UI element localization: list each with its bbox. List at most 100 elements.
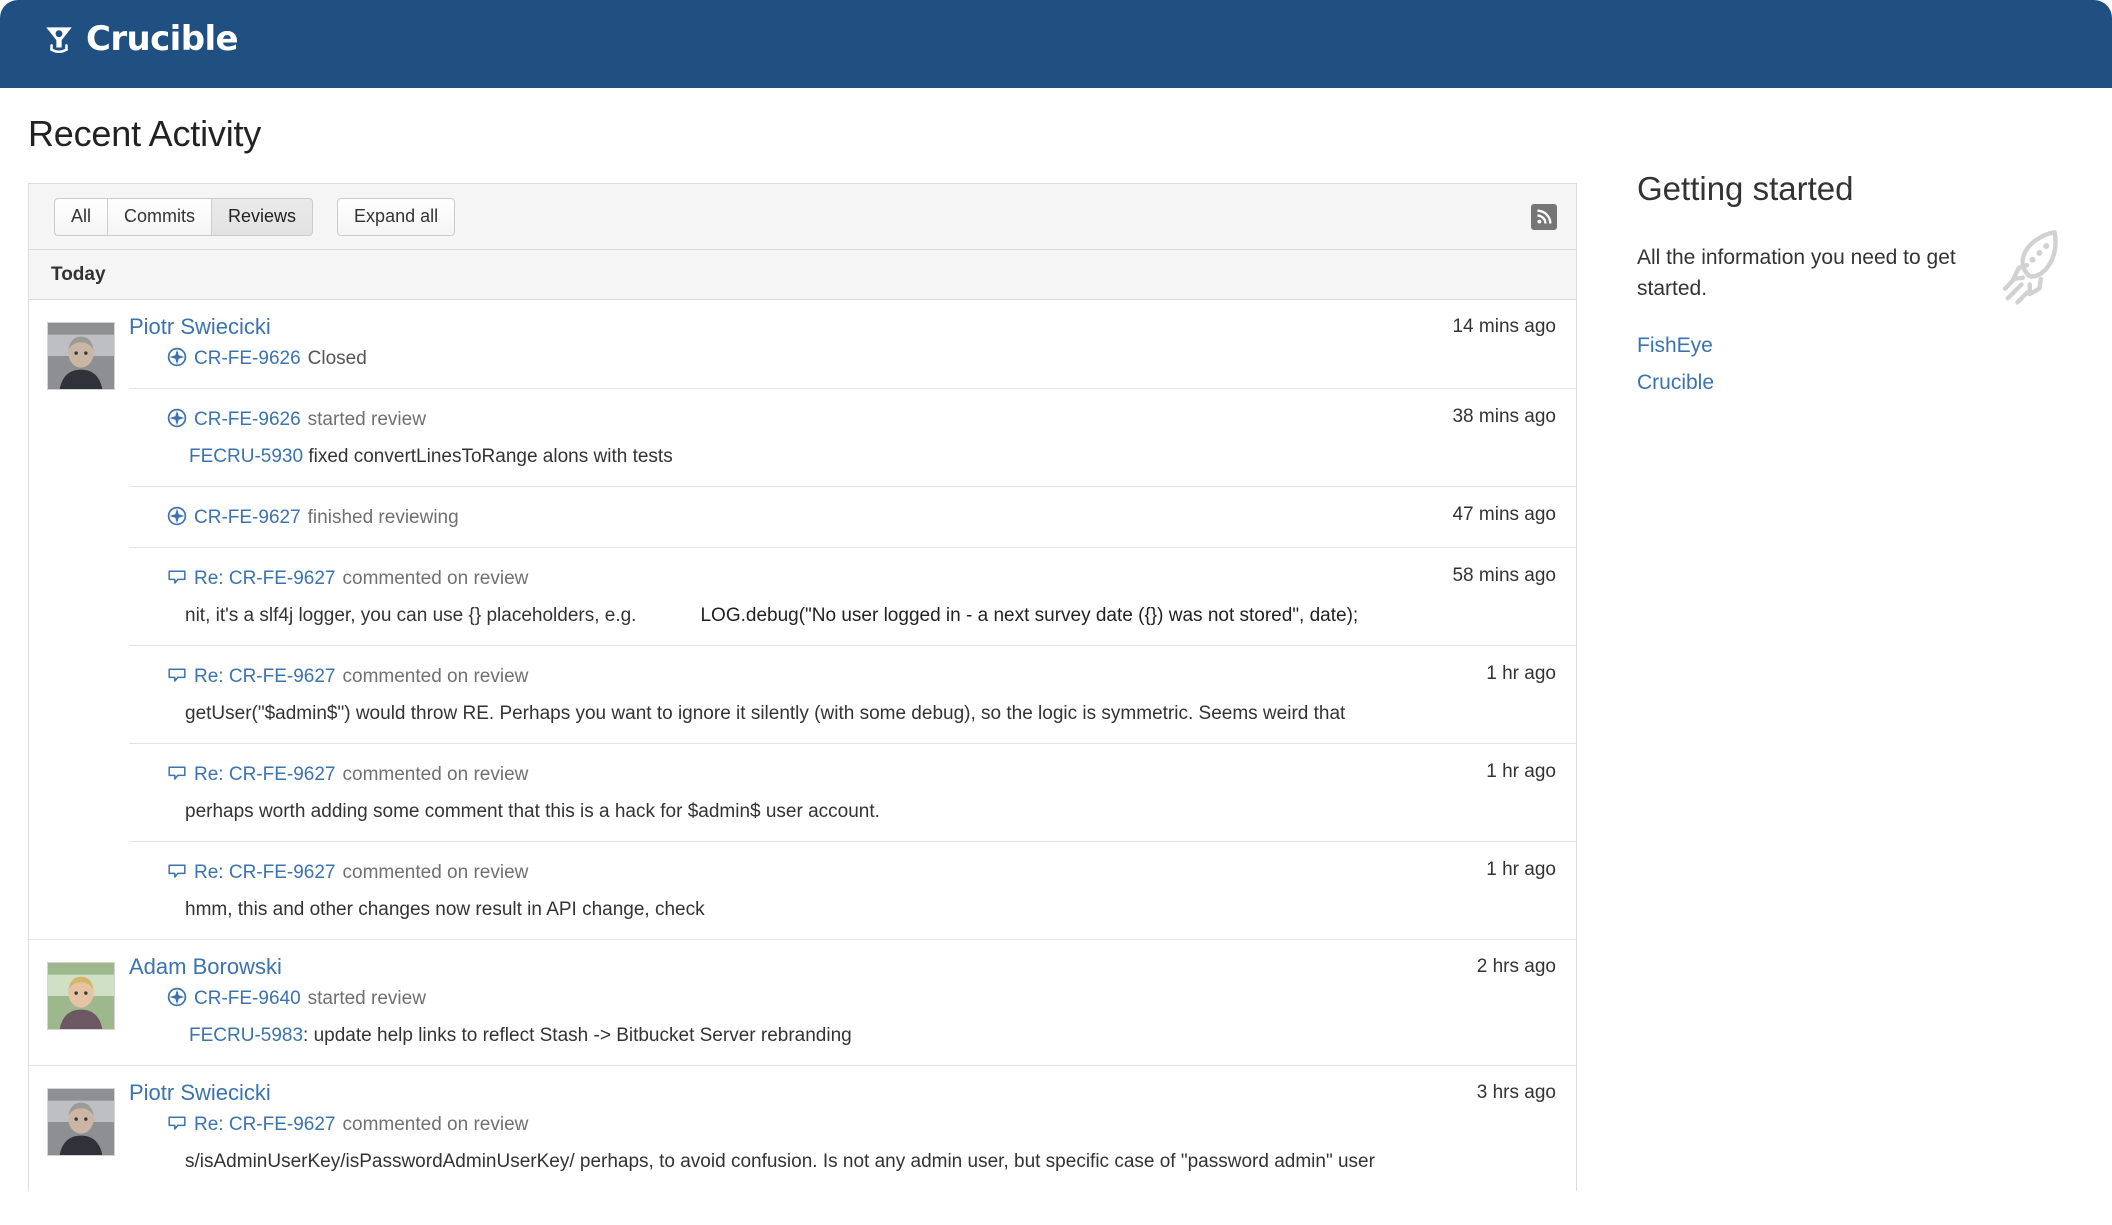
activity-action-text: commented on review: [342, 568, 529, 589]
activity-row: CR-FE-9626 started review FECRU-5930 fixed…: [129, 389, 1576, 487]
activity-row: Re: CR-FE-9627 commented on review nit, it…: [129, 548, 1576, 646]
activity-entity-link[interactable]: Re: CR-FE-9627: [194, 860, 336, 886]
day-header: Today: [29, 250, 1576, 300]
activity-detail-text: fixed convertLinesToRange alons with tes…: [303, 446, 673, 467]
getting-started-heading: Getting started: [1637, 170, 1854, 207]
activity-entity-link[interactable]: Re: CR-FE-9627: [194, 566, 336, 592]
activity-summary: CR-FE-9627 finished reviewing: [129, 503, 1556, 531]
activity-timestamp: 38 mins ago: [1452, 406, 1556, 427]
comment-icon: [168, 570, 186, 584]
activity-group: Adam Borowski CR-FE-9640 started review FEC…: [29, 940, 1576, 1066]
comment-icon: [168, 668, 186, 682]
issue-link[interactable]: FECRU-5983: [189, 1025, 303, 1046]
activity-action-text: commented on review: [342, 764, 529, 785]
activity-rows: Piotr Swiecicki CR-FE-9626 Closed 14 mins a…: [129, 300, 1576, 939]
comment-icon: [168, 766, 186, 780]
activity-detail: nit, it's a slf4j logger, you can use {}…: [129, 603, 1556, 629]
activity-entity-link[interactable]: CR-FE-9626: [194, 346, 301, 372]
activity-summary: CR-FE-9640 started review: [129, 984, 1556, 1012]
activity-actor-link[interactable]: Adam Borowski: [129, 954, 1556, 980]
activity-timestamp: 14 mins ago: [1452, 316, 1556, 337]
activity-timestamp: 1 hr ago: [1486, 761, 1556, 782]
activity-actor-link[interactable]: Piotr Swiecicki: [129, 314, 1556, 340]
activity-row: Adam Borowski CR-FE-9640 started review FEC…: [129, 940, 1576, 1065]
activity-group-list: Piotr Swiecicki CR-FE-9626 Closed 14 mins a…: [29, 300, 1576, 1191]
activity-detail: hmm, this and other changes now result i…: [129, 897, 1556, 923]
getting-started-description: All the information you need to get star…: [1637, 246, 1956, 300]
getting-started-body: All the information you need to get star…: [1637, 230, 2058, 398]
activity-filter-group: All Commits Reviews: [54, 197, 314, 236]
activity-timestamp: 3 hrs ago: [1476, 1082, 1556, 1103]
activity-filter-reviews-button[interactable]: Reviews: [211, 197, 314, 236]
review-icon: [167, 408, 187, 428]
activity-action-text: finished reviewing: [307, 507, 459, 528]
activity-summary: CR-FE-9626 Closed: [129, 344, 1556, 372]
avatar-cell: [29, 300, 129, 939]
app-banner: Crucible: [0, 0, 2112, 88]
app-logo[interactable]: Crucible: [42, 19, 239, 59]
activity-detail: FECRU-5930 fixed convertLinesToRange alo…: [129, 444, 1556, 470]
activity-code-snippet: LOG.debug("No user logged in - a next su…: [700, 605, 1359, 626]
avatar-cell: [29, 940, 129, 1065]
activity-summary: Re: CR-FE-9627 commented on review: [129, 564, 1556, 592]
issue-link[interactable]: FECRU-5930: [189, 446, 303, 467]
activity-timestamp: 47 mins ago: [1452, 504, 1556, 525]
activity-actor-link[interactable]: Piotr Swiecicki: [129, 1080, 1556, 1106]
comment-icon: [168, 864, 186, 878]
rss-feed-icon[interactable]: [1531, 203, 1557, 230]
activity-detail: s/isAdminUserKey/isPasswordAdminUserKey/…: [129, 1149, 1556, 1175]
activity-entity-link[interactable]: CR-FE-9627: [194, 505, 301, 531]
activity-timestamp: 1 hr ago: [1486, 663, 1556, 684]
activity-action-text: commented on review: [342, 1114, 529, 1135]
activity-action-text: Closed: [307, 348, 367, 369]
getting-started-link-crucible[interactable]: Crucible: [1637, 367, 1714, 398]
activity-action-text: commented on review: [342, 862, 529, 883]
activity-action-text: started review: [307, 988, 426, 1009]
activity-timestamp: 2 hrs ago: [1476, 956, 1556, 977]
app-logo-text: Crucible: [86, 19, 239, 59]
activity-detail: FECRU-5983: update help links to reflect…: [129, 1023, 1556, 1049]
adam-borowski-avatar: [47, 962, 115, 1030]
activity-entity-link[interactable]: Re: CR-FE-9627: [194, 664, 336, 690]
activity-summary: Re: CR-FE-9627 commented on review: [129, 662, 1556, 690]
review-icon: [167, 987, 187, 1007]
getting-started-link-fisheye[interactable]: FishEye: [1637, 330, 1713, 361]
page-title: Recent Activity: [28, 113, 262, 154]
rss-glyph-icon: [1536, 209, 1552, 224]
activity-entity-link[interactable]: CR-FE-9640: [194, 986, 301, 1012]
activity-row: Piotr Swiecicki Re: CR-FE-9627 commented o…: [129, 1066, 1576, 1191]
activity-entity-link[interactable]: CR-FE-9626: [194, 407, 301, 433]
activity-row: Re: CR-FE-9627 commented on review perhaps…: [129, 744, 1576, 842]
activity-entity-link[interactable]: Re: CR-FE-9627: [194, 762, 336, 788]
activity-timestamp: 58 mins ago: [1452, 565, 1556, 586]
crucible-logo-icon: [46, 27, 72, 54]
review-icon: [167, 347, 187, 367]
activity-row: Re: CR-FE-9627 commented on review hmm, th…: [129, 842, 1576, 939]
activity-detail: perhaps worth adding some comment that t…: [129, 799, 1556, 825]
activity-rows: Piotr Swiecicki Re: CR-FE-9627 commented o…: [129, 1066, 1576, 1191]
rocket-icon: [2002, 230, 2058, 305]
activity-summary: Re: CR-FE-9627 commented on review: [129, 1110, 1556, 1138]
activity-entity-link[interactable]: Re: CR-FE-9627: [194, 1112, 336, 1138]
activity-detail-text: : update help links to reflect Stash -> …: [303, 1025, 852, 1046]
activity-panel: All Commits Reviews Expand all Today Piotr…: [28, 183, 1577, 1191]
getting-started-panel: Getting started All the information you …: [1637, 170, 2077, 398]
activity-summary: CR-FE-9626 started review: [129, 405, 1556, 433]
activity-detail-text: s/isAdminUserKey/isPasswordAdminUserKey/…: [185, 1151, 1375, 1172]
expand-all-button[interactable]: Expand all: [337, 197, 456, 236]
activity-detail: getUser("$admin$") would throw RE. Perha…: [129, 701, 1556, 727]
page-root: Crucible Recent Activity All Commits Revie…: [0, 0, 2112, 1225]
activity-group: Piotr Swiecicki CR-FE-9626 Closed 14 mins a…: [29, 300, 1576, 940]
activity-filter-commits-button[interactable]: Commits: [107, 197, 212, 236]
activity-filter-all-button[interactable]: All: [54, 197, 108, 236]
activity-row: CR-FE-9627 finished reviewing 47 mins ago: [129, 487, 1576, 548]
activity-toolbar: All Commits Reviews Expand all: [29, 184, 1576, 250]
review-icon: [167, 506, 187, 526]
activity-row: Re: CR-FE-9627 commented on review getUser…: [129, 646, 1576, 744]
activity-timestamp: 1 hr ago: [1486, 859, 1556, 880]
activity-group: Piotr Swiecicki Re: CR-FE-9627 commented o…: [29, 1066, 1576, 1191]
activity-action-text: commented on review: [342, 666, 529, 687]
piotr-swiecicki-avatar: [47, 1088, 115, 1156]
comment-icon: [168, 1116, 186, 1130]
avatar-cell: [29, 1066, 129, 1191]
